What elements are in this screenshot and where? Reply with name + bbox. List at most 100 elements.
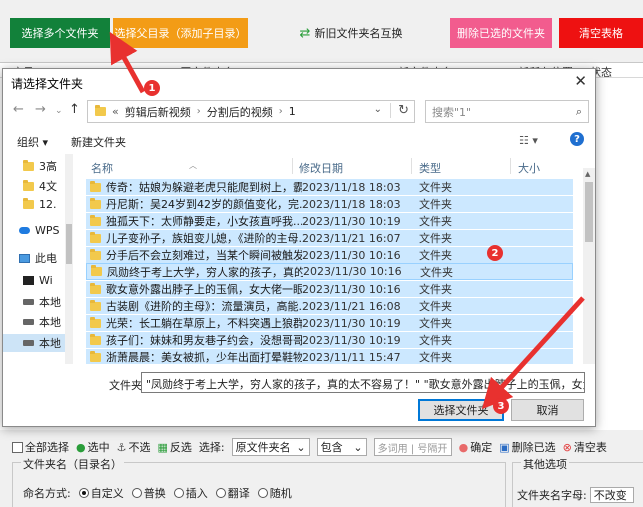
confirm-button[interactable]: ● 确定 bbox=[459, 439, 493, 455]
folder-icon bbox=[90, 214, 101, 226]
swap-names-button[interactable]: ⇄ 新旧文件夹名互换 bbox=[296, 22, 406, 44]
up-arrow-icon[interactable]: ↑ bbox=[69, 102, 80, 117]
file-row[interactable]: 古装剧《进阶的主母》：流量演员，高能... 2023/11/21 16:08 文件夹 bbox=[86, 297, 573, 314]
nav-item-label: 3高 bbox=[39, 160, 57, 173]
letter-case-select[interactable]: 不改变 bbox=[589, 487, 634, 503]
breadcrumb-item[interactable]: 1 bbox=[289, 105, 296, 118]
nav-item-drive[interactable]: Wi bbox=[23, 274, 53, 287]
top-toolbar: 选择多个文件夹 选择父目录（添加子目录） ⇄ 新旧文件夹名互换 删除已选的文件夹… bbox=[0, 0, 643, 62]
file-list-scroll-thumb[interactable] bbox=[585, 182, 593, 242]
help-icon[interactable]: ? bbox=[570, 132, 584, 146]
choose-label: 选择: bbox=[198, 441, 225, 454]
folder-name-group: 文件夹名（目录名） 命名方式: 自定义 普换 插入 翻译 随机 bbox=[12, 456, 506, 507]
nav-item[interactable]: 4文 bbox=[23, 178, 57, 194]
breadcrumb-item[interactable]: 剪辑后新视频 bbox=[125, 104, 191, 120]
bottom-panel: 全部选择 ● 选中 ⚓ 不选 ▦ 反选 选择: 原文件夹名 ⌄ 包含 ⌄ 多词用 | 号隔… bbox=[0, 432, 643, 507]
swap-icon: ⇄ bbox=[299, 25, 311, 41]
file-list[interactable]: 传奇：姑娘为躲避老虎只能爬到树上，霸... 2023/11/18 18:03 文件夹… bbox=[86, 178, 573, 364]
nav-item[interactable]: 12. bbox=[23, 198, 57, 211]
nav-item-label: 本地 bbox=[39, 296, 61, 309]
invert-button[interactable]: ▦ 反选 bbox=[157, 439, 191, 455]
file-row[interactable]: 浙萧晨晨：美女被抓，少年出面打晕鞋物... 2023/11/11 15:47 文件夹 bbox=[86, 348, 573, 364]
delete-selected-button[interactable]: ▣ 删除已选 bbox=[499, 439, 555, 455]
address-bar[interactable]: « 剪辑后新视频 › 分割后的视频 › 1 ⌄ ↻ bbox=[87, 100, 415, 123]
nav-scroll-thumb[interactable] bbox=[66, 224, 72, 264]
new-folder-button[interactable]: 新建文件夹 bbox=[71, 134, 126, 150]
nav-item-drive[interactable]: 本地 bbox=[23, 294, 61, 310]
folder-name-input[interactable]: "凤勋终于考上大学，穷人家的孩子，真的太不容易了！" "歌女意外露出脖子上的玉佩… bbox=[141, 372, 585, 393]
file-list-scrollbar[interactable]: ▲ bbox=[583, 168, 595, 364]
file-row[interactable]: 凤勋终于考上大学，穷人家的孩子，真的... 2023/11/30 10:16 文件夹 bbox=[86, 263, 573, 280]
breadcrumb-overflow[interactable]: « bbox=[112, 105, 119, 118]
nav-item[interactable]: 3高 bbox=[23, 158, 57, 174]
mode-insert-radio[interactable]: 插入 bbox=[173, 485, 208, 501]
unselect-button[interactable]: ⚓ 不选 bbox=[117, 439, 151, 455]
cancel-button[interactable]: 取消 bbox=[511, 399, 584, 421]
chevron-down-icon: ⌄ bbox=[296, 440, 306, 454]
close-circle-icon: ⊗ bbox=[562, 440, 572, 454]
file-row[interactable]: 光荣：长工躺在草原上，不料突遇上狼群... 2023/11/30 10:19 文件夹 bbox=[86, 314, 573, 331]
chevron-down-icon[interactable]: ⌄ bbox=[374, 104, 382, 115]
match-select[interactable]: 包含 ⌄ bbox=[316, 438, 367, 456]
mode-translate-radio[interactable]: 翻译 bbox=[215, 485, 250, 501]
mode-replace-radio[interactable]: 普换 bbox=[131, 485, 166, 501]
unselect-label: 不选 bbox=[128, 441, 151, 454]
file-row[interactable]: 丹尼斯：吴24岁到42岁的颜值变化，完... 2023/11/18 18:03 文件… bbox=[86, 195, 573, 212]
select-parent-directory-button[interactable]: 选择父目录（添加子目录） bbox=[113, 18, 248, 48]
nav-item-wps[interactable]: WPS bbox=[19, 224, 60, 237]
refresh-icon[interactable]: ↻ bbox=[390, 103, 409, 118]
file-name: 孩子们：妹妹和男友巷子约会，没想哥哥... bbox=[106, 334, 302, 347]
recent-chevron-icon[interactable]: ⌄ bbox=[55, 106, 63, 116]
clear-table-button[interactable]: 清空表格 bbox=[559, 18, 643, 48]
file-row[interactable]: 孩子们：妹妹和男友巷子约会，没想哥哥... 2023/11/30 10:19 文件夹 bbox=[86, 331, 573, 348]
file-name: 浙萧晨晨：美女被抓，少年出面打晕鞋物... bbox=[106, 351, 302, 364]
select-folder-dialog: 请选择文件夹 ✕ ← → ⌄ ↑ « 剪辑后新视频 › 分割后的视频 › 1 ⌄… bbox=[2, 68, 596, 427]
column-size[interactable]: 大小 bbox=[518, 160, 540, 176]
select-folder-button[interactable]: 选择文件夹 bbox=[418, 399, 504, 421]
view-options-icon[interactable]: ☷ ▾ bbox=[519, 134, 538, 147]
search-input[interactable]: 搜索"1" ⌕ bbox=[425, 100, 589, 123]
file-date: 2023/11/11 15:47 bbox=[302, 350, 401, 364]
file-row[interactable]: 传奇：姑娘为躲避老虎只能爬到树上，霸... 2023/11/18 18:03 文件夹 bbox=[86, 178, 573, 195]
folder-icon bbox=[90, 231, 101, 243]
scroll-up-icon[interactable]: ▲ bbox=[585, 170, 590, 178]
forward-arrow-icon[interactable]: → bbox=[35, 102, 46, 117]
select-multiple-folders-button[interactable]: 选择多个文件夹 bbox=[10, 18, 110, 48]
naming-mode-radios: 命名方式: 自定义 普换 插入 翻译 随机 bbox=[23, 485, 292, 501]
column-date[interactable]: 修改日期 bbox=[299, 160, 343, 176]
radio-icon bbox=[215, 488, 226, 498]
column-name[interactable]: 名称 bbox=[91, 160, 113, 176]
nav-scrollbar[interactable] bbox=[65, 154, 73, 364]
file-name: 儿子变孙子，族姐变儿媳，《进阶的主母... bbox=[106, 232, 302, 245]
column-divider[interactable] bbox=[411, 158, 412, 174]
nav-item-drive[interactable]: 本地 bbox=[23, 314, 61, 330]
column-type[interactable]: 类型 bbox=[419, 160, 441, 176]
clear-button[interactable]: ⊗ 清空表 bbox=[563, 439, 607, 455]
nav-item-label: 此电 bbox=[35, 252, 57, 265]
keyword-input[interactable]: 多词用 | 号隔开 bbox=[373, 438, 452, 456]
mode-random-radio[interactable]: 随机 bbox=[257, 485, 292, 501]
nav-item-drive-selected[interactable]: 本地 bbox=[3, 334, 73, 352]
organize-menu[interactable]: 组织 ▾ bbox=[17, 134, 48, 150]
file-row[interactable]: 独孤天下：太师静要走，小女孩直呼我... 2023/11/30 10:19 文件夹 bbox=[86, 212, 573, 229]
select-all-checkbox[interactable]: 全部选择 bbox=[12, 439, 69, 455]
back-arrow-icon[interactable]: ← bbox=[13, 102, 24, 117]
column-divider[interactable] bbox=[510, 158, 511, 174]
mode-label: 自定义 bbox=[90, 487, 124, 500]
nav-item-this-pc[interactable]: 此电 bbox=[19, 250, 57, 266]
field-select[interactable]: 原文件夹名 ⌄ bbox=[231, 438, 310, 456]
file-row[interactable]: 歌女意外露出脖子上的玉佩，女大佬一眼... 2023/11/30 10:16 文件夹 bbox=[86, 280, 573, 297]
delete-selected-folders-button[interactable]: 删除已选的文件夹 bbox=[450, 18, 552, 48]
annotation-badge-3: 3 bbox=[493, 398, 509, 414]
command-bar: 组织 ▾ 新建文件夹 ☷ ▾ ? bbox=[3, 128, 595, 152]
file-row[interactable]: 儿子变孙子，族姐变儿媳，《进阶的主母... 2023/11/21 16:07 文件夹 bbox=[86, 229, 573, 246]
letter-case-label: 文件夹名字母: bbox=[517, 489, 587, 502]
radio-icon bbox=[131, 488, 142, 498]
column-divider[interactable] bbox=[292, 158, 293, 174]
close-icon[interactable]: ✕ bbox=[574, 72, 587, 90]
file-date: 2023/11/21 16:08 bbox=[302, 299, 401, 313]
folder-icon bbox=[23, 159, 34, 171]
breadcrumb-item[interactable]: 分割后的视频 bbox=[207, 104, 273, 120]
select-button[interactable]: ● 选中 bbox=[76, 439, 110, 455]
mode-custom-radio[interactable]: 自定义 bbox=[78, 485, 124, 501]
